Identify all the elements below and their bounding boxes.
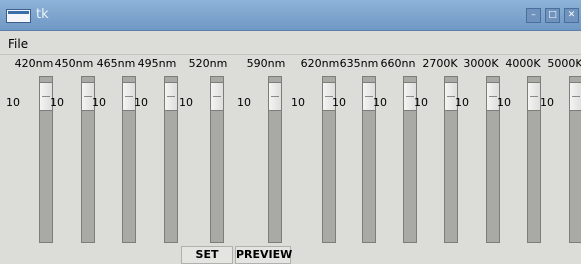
- channel-label: 660nn: [380, 57, 416, 70]
- channel-label: 465nm: [96, 57, 136, 70]
- channel-label: 420nm: [14, 57, 54, 70]
- menu-bar: File: [0, 32, 581, 55]
- minimize-icon[interactable]: –: [526, 8, 541, 23]
- channel-label: 5000K: [547, 57, 581, 70]
- preview-button[interactable]: PREVIEW: [235, 246, 292, 264]
- slider-thumb[interactable]: [268, 82, 282, 111]
- window-title: tk: [36, 7, 49, 22]
- channel-value: 10: [179, 96, 193, 109]
- channel-value: 10: [92, 96, 106, 109]
- channel-label: 620nm: [300, 57, 340, 70]
- title-bar: tk – □ ✕: [0, 0, 581, 31]
- channel-value: 10: [373, 96, 387, 109]
- slider-thumb[interactable]: [210, 82, 224, 111]
- channel-slider[interactable]: [210, 76, 224, 243]
- channel-label: 520nm: [188, 57, 228, 70]
- channel-label: 450nm: [54, 57, 94, 70]
- channel-value: 10: [134, 96, 148, 109]
- channel-slider[interactable]: [268, 76, 282, 243]
- channel-label: 495nm: [137, 57, 177, 70]
- channel-slider[interactable]: [569, 76, 581, 243]
- set-button[interactable]: SET: [181, 246, 233, 264]
- channel-value: 10: [414, 96, 428, 109]
- channel-value: 10: [50, 96, 64, 109]
- slider-thumb[interactable]: [569, 82, 581, 111]
- channel-value: 10: [332, 96, 346, 109]
- channel-label: 3000K: [463, 57, 499, 70]
- channel-value: 10: [237, 96, 251, 109]
- channel-label: 590nm: [246, 57, 286, 70]
- channel-value: 10: [497, 96, 511, 109]
- close-icon[interactable]: ✕: [564, 8, 579, 23]
- channel-label: 635nm: [339, 57, 379, 70]
- channel-label: 2700K: [422, 57, 458, 70]
- channel-value: 10: [540, 96, 554, 109]
- channel-value: 10: [291, 96, 305, 109]
- maximize-icon[interactable]: □: [545, 8, 560, 23]
- window-icon: [6, 9, 31, 23]
- channel-label: 4000K: [505, 57, 541, 70]
- menu-file[interactable]: File: [8, 37, 28, 51]
- channel-value: 10: [6, 96, 20, 109]
- channel-value: 10: [455, 96, 469, 109]
